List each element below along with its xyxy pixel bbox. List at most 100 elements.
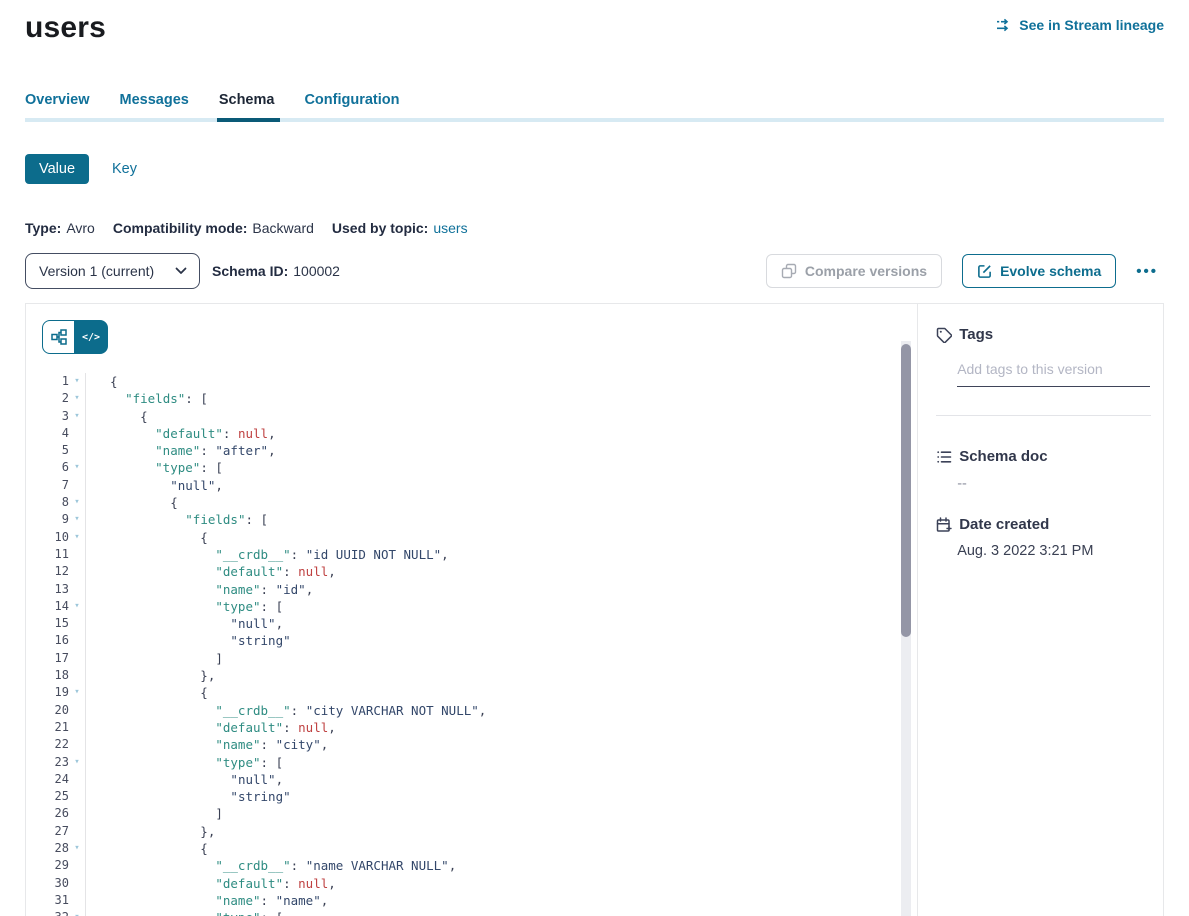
tab-messages[interactable]: Messages <box>120 92 189 118</box>
fold-toggle-icon[interactable]: ▾ <box>69 390 85 407</box>
evolve-schema-label: Evolve schema <box>1000 263 1101 279</box>
line-number: 5 <box>26 442 69 459</box>
code-text: }, <box>85 823 917 840</box>
line-number: 29 <box>26 857 69 874</box>
code-line: 19▾ { <box>26 684 917 701</box>
code-view-button[interactable]: </> <box>75 320 108 354</box>
fold-toggle-icon[interactable]: ▾ <box>69 840 85 857</box>
fold-spacer <box>69 650 85 667</box>
fold-toggle-icon[interactable]: ▾ <box>69 494 85 511</box>
code-text: "name": "name", <box>85 892 917 909</box>
code-text: "null", <box>85 615 917 632</box>
line-number: 2 <box>26 390 69 407</box>
fold-spacer <box>69 477 85 494</box>
tags-title: Tags <box>959 326 993 343</box>
fold-spacer <box>69 425 85 442</box>
code-text: ] <box>85 650 917 667</box>
compare-versions-label: Compare versions <box>805 263 927 279</box>
sidebar-divider <box>936 415 1151 416</box>
schema-content: </> 1▾{2▾ "fields": [3▾ {4 "default": nu… <box>25 303 1164 916</box>
code-text: "type": [ <box>85 459 917 476</box>
line-number: 9 <box>26 511 69 528</box>
topic-link[interactable]: users <box>433 220 467 236</box>
code-line: 9▾ "fields": [ <box>26 511 917 528</box>
editor-scrollbar-thumb[interactable] <box>901 344 911 637</box>
code-line: 11 "__crdb__": "id UUID NOT NULL", <box>26 546 917 563</box>
code-line: 31 "name": "name", <box>26 892 917 909</box>
compare-versions-button[interactable]: Compare versions <box>766 254 942 288</box>
fold-spacer <box>69 667 85 684</box>
tab-schema[interactable]: Schema <box>219 92 275 118</box>
code-line: 16 "string" <box>26 632 917 649</box>
line-number: 12 <box>26 563 69 580</box>
code-text: "fields": [ <box>85 390 917 407</box>
line-number: 8 <box>26 494 69 511</box>
code-text: }, <box>85 667 917 684</box>
fold-toggle-icon[interactable]: ▾ <box>69 529 85 546</box>
tree-view-button[interactable] <box>42 320 75 354</box>
version-bar: Version 1 (current) Schema ID: 100002 Co… <box>25 253 1164 289</box>
used-by-topic-label: Used by topic: <box>332 220 428 236</box>
line-number: 24 <box>26 771 69 788</box>
line-number: 27 <box>26 823 69 840</box>
line-number: 18 <box>26 667 69 684</box>
fold-spacer <box>69 857 85 874</box>
code-text: "__crdb__": "name VARCHAR NULL", <box>85 857 917 874</box>
fold-toggle-icon[interactable]: ▾ <box>69 373 85 390</box>
tag-icon <box>936 327 952 343</box>
stream-lineage-link[interactable]: See in Stream lineage <box>996 17 1164 33</box>
fold-spacer <box>69 788 85 805</box>
fold-toggle-icon[interactable]: ▾ <box>69 459 85 476</box>
code-line: 29 "__crdb__": "name VARCHAR NULL", <box>26 857 917 874</box>
fold-spacer <box>69 771 85 788</box>
edit-square-icon <box>977 264 992 279</box>
code-line: 3▾ { <box>26 408 917 425</box>
line-number: 28 <box>26 840 69 857</box>
line-number: 16 <box>26 632 69 649</box>
schema-doc-title: Schema doc <box>959 448 1047 465</box>
more-options-button[interactable]: ••• <box>1130 259 1164 284</box>
line-number: 32 <box>26 909 69 916</box>
evolve-schema-button[interactable]: Evolve schema <box>962 254 1116 288</box>
schema-doc-section: Schema doc -- <box>936 448 1151 492</box>
code-text: "string" <box>85 632 917 649</box>
schema-meta-row: Type: Avro Compatibility mode: Backward … <box>25 220 1164 236</box>
key-toggle-button[interactable]: Key <box>112 161 137 177</box>
line-number: 7 <box>26 477 69 494</box>
code-line: 30 "default": null, <box>26 875 917 892</box>
code-line: 13 "name": "id", <box>26 581 917 598</box>
line-number: 1 <box>26 373 69 390</box>
code-line: 8▾ { <box>26 494 917 511</box>
schema-page: users See in Stream lineage Overview Mes… <box>0 0 1189 916</box>
editor-scrollbar-track[interactable] <box>901 341 911 916</box>
fold-toggle-icon[interactable]: ▾ <box>69 408 85 425</box>
version-select[interactable]: Version 1 (current) <box>25 253 200 289</box>
code-line: 28▾ { <box>26 840 917 857</box>
code-text: "default": null, <box>85 563 917 580</box>
line-number: 17 <box>26 650 69 667</box>
line-number: 3 <box>26 408 69 425</box>
tab-overview[interactable]: Overview <box>25 92 90 118</box>
date-created-section: Date created Aug. 3 2022 3:21 PM <box>936 516 1151 559</box>
fold-toggle-icon[interactable]: ▾ <box>69 909 85 916</box>
tags-input[interactable] <box>957 361 1150 387</box>
schema-id-label: Schema ID: <box>212 263 288 279</box>
value-toggle-button[interactable]: Value <box>25 154 89 184</box>
fold-toggle-icon[interactable]: ▾ <box>69 754 85 771</box>
tab-configuration[interactable]: Configuration <box>304 92 399 118</box>
stream-lineage-icon <box>996 17 1012 33</box>
fold-spacer <box>69 563 85 580</box>
fold-spacer <box>69 702 85 719</box>
fold-toggle-icon[interactable]: ▾ <box>69 511 85 528</box>
fold-toggle-icon[interactable]: ▾ <box>69 598 85 615</box>
line-number: 25 <box>26 788 69 805</box>
line-number: 26 <box>26 805 69 822</box>
code-text: "default": null, <box>85 875 917 892</box>
code-text: "null", <box>85 477 917 494</box>
code-text: "type": [ <box>85 909 917 916</box>
fold-spacer <box>69 546 85 563</box>
date-created-value: Aug. 3 2022 3:21 PM <box>957 543 1151 559</box>
line-number: 21 <box>26 719 69 736</box>
code-line: 17 ] <box>26 650 917 667</box>
fold-toggle-icon[interactable]: ▾ <box>69 684 85 701</box>
